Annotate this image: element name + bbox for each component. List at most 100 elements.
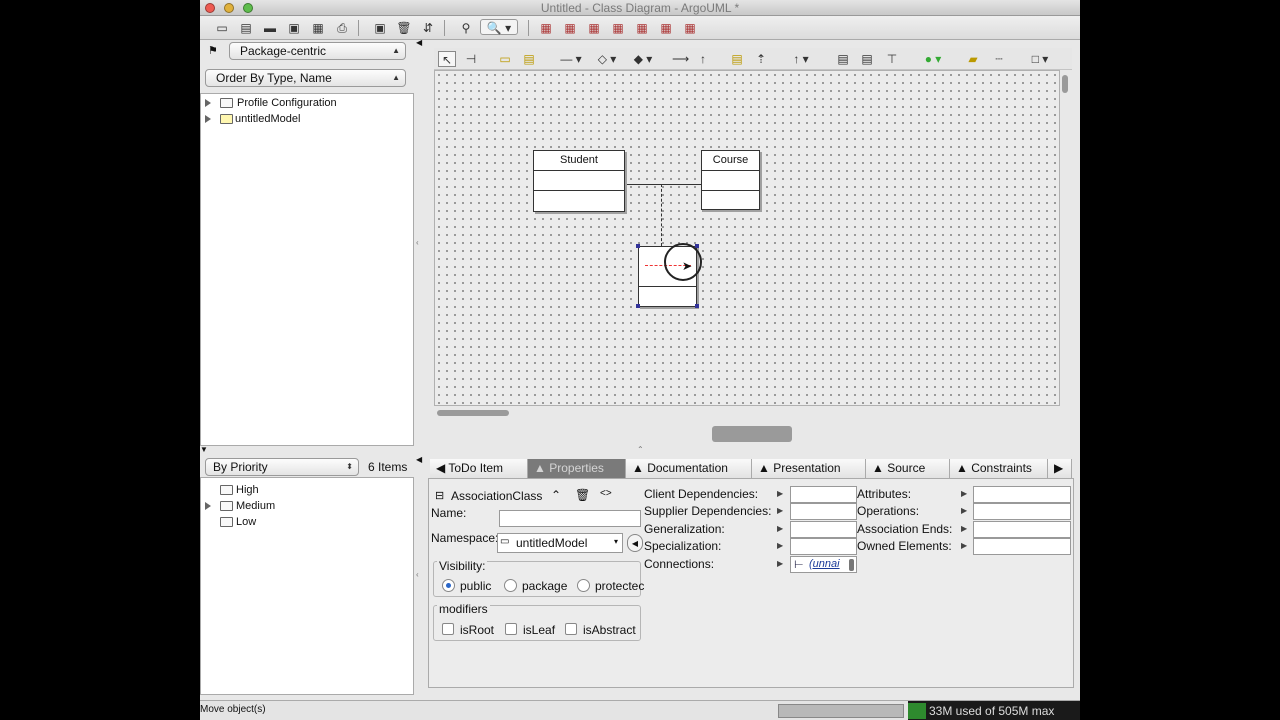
- go-up-icon[interactable]: ⌃: [551, 488, 561, 502]
- expand-arrow-icon[interactable]: ▶: [961, 506, 967, 515]
- visibility-public-radio[interactable]: [442, 579, 455, 592]
- operations-list[interactable]: [973, 503, 1071, 520]
- class-tool-icon[interactable]: ▤: [522, 51, 536, 67]
- order-dropdown[interactable]: Order By Type, Name ▲: [205, 69, 406, 87]
- selection-handle[interactable]: [636, 244, 640, 248]
- diagram-canvas[interactable]: Student Course ➤: [434, 70, 1068, 416]
- package-tool-icon[interactable]: ▭: [498, 51, 512, 67]
- export-icon[interactable]: ▦: [310, 20, 326, 36]
- usecase-diagram-icon[interactable]: ▦: [562, 20, 578, 36]
- sequence-diagram-icon[interactable]: ▦: [586, 20, 602, 36]
- perspective-dropdown[interactable]: Package-centric ▲: [229, 42, 406, 60]
- tab-constraints[interactable]: ▲ Constraints: [950, 459, 1048, 478]
- association-tool-icon[interactable]: — ▾: [558, 51, 584, 67]
- expand-arrow-icon[interactable]: ▶: [961, 524, 967, 533]
- dependency-tool-icon[interactable]: ⟶: [672, 51, 689, 67]
- association-ends-list[interactable]: [973, 521, 1071, 538]
- vertical-scroll-thumb[interactable]: [1062, 75, 1068, 93]
- splitter-handle[interactable]: ‹: [416, 570, 419, 579]
- save-project-icon[interactable]: ▬: [262, 20, 278, 36]
- visibility-protected-radio[interactable]: [577, 579, 590, 592]
- todo-grouping-dropdown[interactable]: By Priority ⬍: [205, 458, 359, 476]
- association-class-tool-icon[interactable]: ↑ ▾: [788, 51, 814, 67]
- expand-arrow-icon[interactable]: [205, 502, 211, 510]
- stereotype-tool-icon[interactable]: ⊤: [884, 51, 900, 67]
- navigate-icon[interactable]: ⇵: [420, 20, 436, 36]
- expand-arrow-icon[interactable]: ▶: [961, 541, 967, 550]
- supplier-dependencies-list[interactable]: [790, 503, 857, 520]
- generalization-tool-icon[interactable]: ↑: [696, 51, 710, 67]
- comment-tool-icon[interactable]: ▰: [966, 51, 980, 67]
- shape-tool-icon[interactable]: ● ▾: [920, 51, 946, 67]
- interface-tool-icon[interactable]: ▤: [730, 51, 744, 67]
- delete-icon[interactable]: 🗑: [396, 20, 412, 36]
- splitter-handle[interactable]: ‹: [416, 238, 419, 247]
- generalization-list[interactable]: [790, 521, 857, 538]
- association-class-link[interactable]: [661, 184, 662, 246]
- horizontal-splitter[interactable]: [712, 426, 792, 442]
- select-tool-icon[interactable]: ↖: [438, 51, 456, 67]
- tab-properties[interactable]: ▲ Properties: [528, 459, 626, 478]
- selection-handle[interactable]: [695, 304, 699, 308]
- collapse-left-icon[interactable]: ◀: [416, 455, 422, 464]
- tree-node-profile-configuration[interactable]: Profile Configuration: [205, 95, 405, 111]
- tree-node-untitled-model[interactable]: untitledModel: [205, 111, 405, 127]
- client-dependencies-list[interactable]: [790, 486, 857, 503]
- class-diagram-icon[interactable]: ▦: [538, 20, 554, 36]
- tab-source[interactable]: ▲ Source: [866, 459, 950, 478]
- expand-arrow-icon[interactable]: ▶: [777, 524, 783, 533]
- perspective-icon[interactable]: ⚑: [208, 44, 218, 57]
- realization-tool-icon[interactable]: ⇡: [754, 51, 768, 67]
- splitter-grip-icon[interactable]: ⌃: [637, 445, 644, 454]
- association-line[interactable]: [625, 184, 701, 185]
- todo-priority-high[interactable]: High: [205, 482, 405, 498]
- tab-presentation[interactable]: ▲ Presentation: [752, 459, 866, 478]
- broom-tool-icon[interactable]: ⊣: [464, 51, 478, 67]
- connection-item[interactable]: (unnai: [809, 558, 840, 570]
- name-field[interactable]: [499, 510, 641, 527]
- collaboration-diagram-icon[interactable]: ▦: [610, 20, 626, 36]
- isroot-checkbox[interactable]: [442, 623, 454, 635]
- zoom-dropdown[interactable]: 🔍 ▾: [480, 19, 518, 35]
- statechart-diagram-icon[interactable]: ▦: [634, 20, 650, 36]
- todo-collapse-icon[interactable]: ▼: [200, 445, 208, 454]
- aggregation-tool-icon[interactable]: ◇ ▾: [594, 51, 620, 67]
- open-project-icon[interactable]: ▤: [238, 20, 254, 36]
- namespace-dropdown[interactable]: ▭ untitledModel ▾: [497, 533, 623, 553]
- tab-todo-item[interactable]: ◀ ToDo Item: [430, 459, 528, 478]
- save-as-icon[interactable]: ▣: [286, 20, 302, 36]
- expand-arrow-icon[interactable]: [205, 99, 211, 107]
- isabstract-checkbox[interactable]: [565, 623, 577, 635]
- find-icon[interactable]: ⚲: [458, 20, 474, 36]
- rectangle-tool-icon[interactable]: □ ▾: [1024, 51, 1056, 67]
- todo-priority-medium[interactable]: Medium: [205, 498, 405, 514]
- comment-link-icon[interactable]: ┈: [990, 51, 1008, 67]
- list-scroll-thumb[interactable]: [849, 559, 854, 571]
- specialization-list[interactable]: [790, 538, 857, 555]
- isleaf-checkbox[interactable]: [505, 623, 517, 635]
- datatype-tool-icon[interactable]: ▤: [836, 51, 850, 67]
- select-all-icon[interactable]: ▣: [372, 20, 388, 36]
- new-project-icon[interactable]: ▭: [214, 20, 230, 36]
- navigate-element-icon[interactable]: <>: [600, 488, 612, 499]
- composition-tool-icon[interactable]: ◆ ▾: [630, 51, 656, 67]
- namespace-nav-button[interactable]: ◀: [627, 534, 643, 552]
- visibility-package-radio[interactable]: [504, 579, 517, 592]
- tab-documentation[interactable]: ▲ Documentation: [626, 459, 752, 478]
- attributes-list[interactable]: [973, 486, 1071, 503]
- activity-diagram-icon[interactable]: ▦: [658, 20, 674, 36]
- connections-list[interactable]: ⊢ (unnai: [790, 556, 857, 573]
- expand-arrow-icon[interactable]: [205, 115, 211, 123]
- deployment-diagram-icon[interactable]: ▦: [682, 20, 698, 36]
- class-course[interactable]: Course: [701, 150, 760, 210]
- selection-handle[interactable]: [636, 304, 640, 308]
- expand-arrow-icon[interactable]: ▶: [961, 489, 967, 498]
- owned-elements-list[interactable]: [973, 538, 1071, 555]
- collapse-left-icon[interactable]: ◀: [416, 38, 422, 47]
- horizontal-scroll-thumb[interactable]: [437, 410, 509, 416]
- enumeration-tool-icon[interactable]: ▤: [860, 51, 874, 67]
- print-icon[interactable]: ⎙: [334, 20, 350, 36]
- todo-priority-low[interactable]: Low: [205, 514, 405, 530]
- expand-arrow-icon[interactable]: ▶: [777, 489, 783, 498]
- expand-arrow-icon[interactable]: ▶: [777, 559, 783, 568]
